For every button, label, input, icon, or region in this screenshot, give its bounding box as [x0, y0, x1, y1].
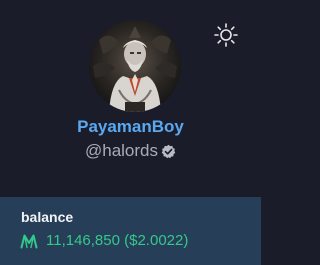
avatar[interactable]: [89, 20, 181, 112]
balance-row: 11,146,850 ($2.0022): [20, 231, 188, 251]
balance-amount: 11,146,850 ($2.0022): [46, 232, 189, 249]
handle-row: @halords: [0, 140, 261, 162]
verified-badge-icon: [161, 144, 176, 158]
theme-toggle-button[interactable]: [213, 22, 239, 48]
display-name[interactable]: PayamanBoy: [0, 117, 261, 137]
token-m-icon: [20, 234, 38, 248]
user-handle: @halords: [84, 141, 158, 160]
avatar-image: [89, 20, 181, 112]
sun-icon: [214, 23, 238, 47]
profile-card: PayamanBoy @halords: [0, 0, 261, 197]
balance-label: balance: [21, 209, 74, 225]
